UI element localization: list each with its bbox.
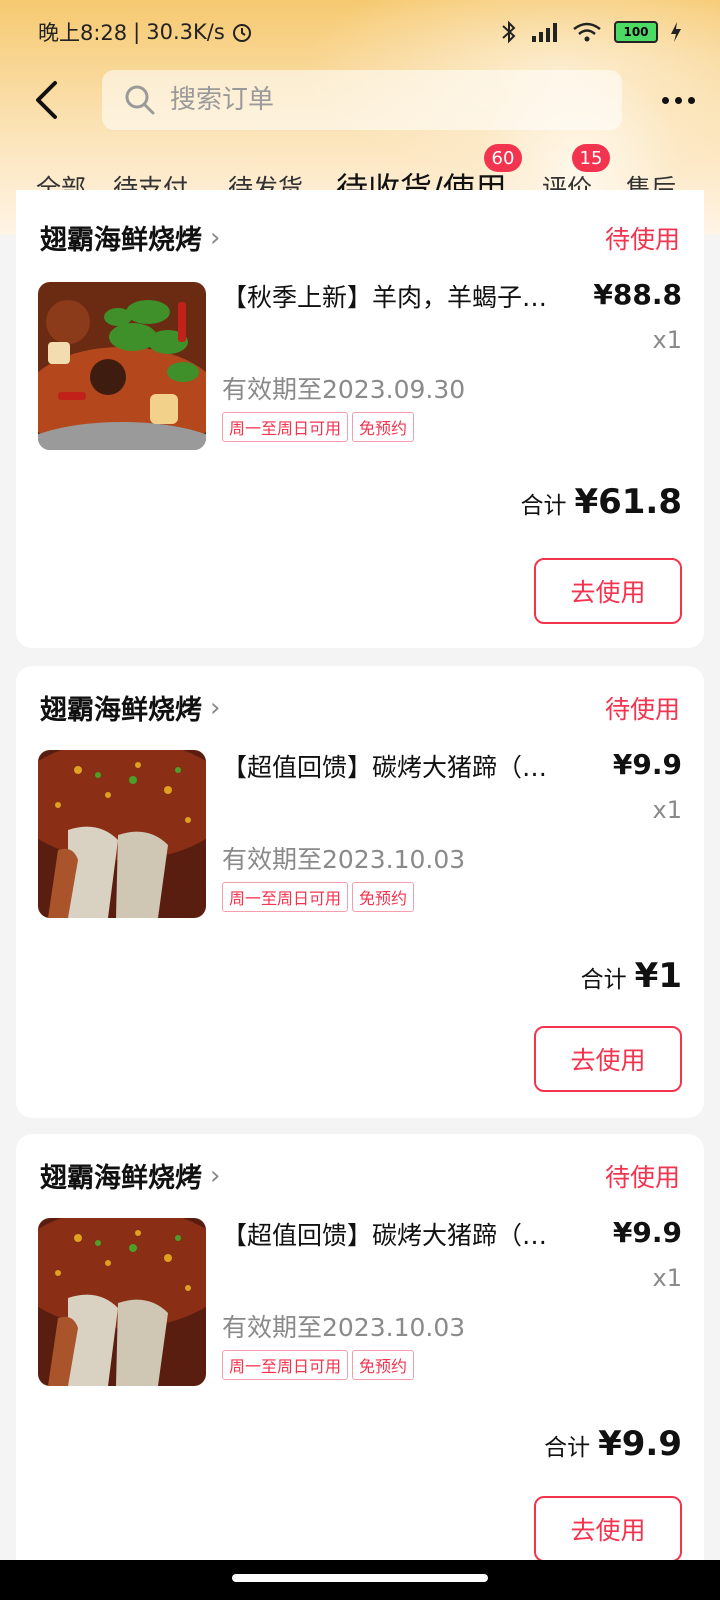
- use-button[interactable]: 去使用: [534, 1496, 682, 1562]
- validity-date: 有效期至2023.10.03: [222, 845, 466, 874]
- use-button[interactable]: 去使用: [534, 558, 682, 624]
- product-thumbnail[interactable]: [38, 1218, 206, 1386]
- grilled-trotter-image: [38, 1218, 206, 1386]
- lamb-hotpot-image: [38, 282, 206, 450]
- chevron-right-icon: ›: [210, 1160, 221, 1191]
- status-divider: |: [133, 20, 141, 44]
- shop-name[interactable]: 翅霸海鲜烧烤 ›: [40, 688, 220, 727]
- status-left: 晚上8:28 | 30.3K/s: [38, 17, 253, 47]
- order-total: 合计 ¥1: [581, 956, 682, 996]
- product-title[interactable]: 【秋季上新】羊肉，羊蝎子火锅: [222, 278, 562, 314]
- total-label: 合计: [520, 493, 567, 519]
- charging-icon: [671, 22, 681, 42]
- product-quantity: x1: [652, 326, 682, 354]
- validity-date: 有效期至2023.10.03: [222, 1313, 466, 1342]
- order-total: 合计 ¥9.9: [544, 1424, 682, 1464]
- search-bar[interactable]: [102, 70, 622, 130]
- total-amount: ¥9.9: [598, 1424, 682, 1464]
- shop-name-label: 翅霸海鲜烧烤: [40, 1163, 202, 1194]
- grilled-trotter-image: [38, 750, 206, 918]
- product-thumbnail[interactable]: [38, 750, 206, 918]
- product-quantity: x1: [652, 796, 682, 824]
- tab-badge-review: 15: [572, 144, 610, 172]
- validity-date: 有效期至2023.09.30: [222, 375, 466, 404]
- product-title[interactable]: 【超值回馈】碳烤大猪蹄（1只）: [222, 748, 562, 784]
- chevron-right-icon: ›: [210, 222, 221, 253]
- use-button[interactable]: 去使用: [534, 1026, 682, 1092]
- tag-available-days: 周一至周日可用: [222, 1350, 349, 1380]
- total-label: 合计: [544, 1435, 591, 1461]
- total-amount: ¥1: [634, 956, 682, 996]
- tag-list: 周一至周日可用 免预约: [222, 882, 415, 912]
- tag-no-reservation: 免预约: [352, 882, 415, 912]
- tag-list: 周一至周日可用 免预约: [222, 1350, 415, 1380]
- total-amount: ¥61.8: [574, 482, 682, 522]
- back-arrow-icon: [36, 81, 57, 119]
- order-status: 待使用: [604, 695, 680, 724]
- more-dot-icon: [687, 96, 695, 104]
- tag-available-days: 周一至周日可用: [222, 882, 349, 912]
- product-quantity: x1: [652, 1264, 682, 1292]
- home-indicator[interactable]: [232, 1574, 488, 1582]
- order-status: 待使用: [604, 1163, 680, 1192]
- product-title[interactable]: 【超值回馈】碳烤大猪蹄（1只）: [222, 1216, 562, 1252]
- product-price: ¥88.8: [593, 278, 682, 311]
- tab-badge-pending-receipt: 60: [484, 144, 522, 172]
- tag-no-reservation: 免预约: [352, 412, 415, 442]
- shop-name[interactable]: 翅霸海鲜烧烤 ›: [40, 1156, 220, 1195]
- back-button[interactable]: [28, 78, 64, 122]
- product-thumbnail[interactable]: [38, 282, 206, 450]
- total-label: 合计: [580, 967, 627, 993]
- search-input[interactable]: [168, 84, 572, 116]
- order-status: 待使用: [604, 225, 680, 254]
- shop-name-label: 翅霸海鲜烧烤: [40, 695, 202, 726]
- product-price: ¥9.9: [612, 1216, 682, 1249]
- tag-available-days: 周一至周日可用: [222, 412, 349, 442]
- wifi-icon: [573, 22, 601, 42]
- top-nav: [0, 68, 720, 132]
- chevron-right-icon: ›: [210, 692, 221, 723]
- status-time: 晚上8:28: [38, 21, 128, 45]
- status-bar: 晚上8:28 | 30.3K/s 100: [0, 0, 720, 64]
- more-options-button[interactable]: [656, 84, 700, 116]
- tag-no-reservation: 免预约: [352, 1350, 415, 1380]
- more-dot-icon: [661, 96, 669, 104]
- network-speed: 30.3K/s: [146, 20, 225, 44]
- more-dot-icon: [674, 96, 682, 104]
- alarm-icon: [232, 24, 251, 42]
- shop-name[interactable]: 翅霸海鲜烧烤 ›: [40, 218, 220, 257]
- product-price: ¥9.9: [612, 748, 682, 781]
- order-card[interactable]: 翅霸海鲜烧烤 › 待使用 【秋季上新】羊肉，羊蝎子火锅 ¥88.8 x1 有效期…: [16, 190, 704, 648]
- shop-name-label: 翅霸海鲜烧烤: [40, 225, 202, 256]
- battery-indicator: 100: [614, 21, 658, 43]
- cellular-signal-icon: [532, 23, 557, 42]
- bluetooth-icon: [502, 20, 516, 44]
- order-card[interactable]: 翅霸海鲜烧烤 › 待使用 【超值回馈】碳烤大猪蹄（1只） ¥9.9 x1 有效期…: [16, 1134, 704, 1574]
- order-total: 合计 ¥61.8: [520, 482, 682, 522]
- status-right: 100: [500, 20, 682, 44]
- tag-list: 周一至周日可用 免预约: [222, 412, 415, 442]
- search-icon: [125, 85, 155, 115]
- order-card[interactable]: 翅霸海鲜烧烤 › 待使用 【超值回馈】碳烤大猪蹄（1只） ¥9.9 x1 有效期…: [16, 666, 704, 1118]
